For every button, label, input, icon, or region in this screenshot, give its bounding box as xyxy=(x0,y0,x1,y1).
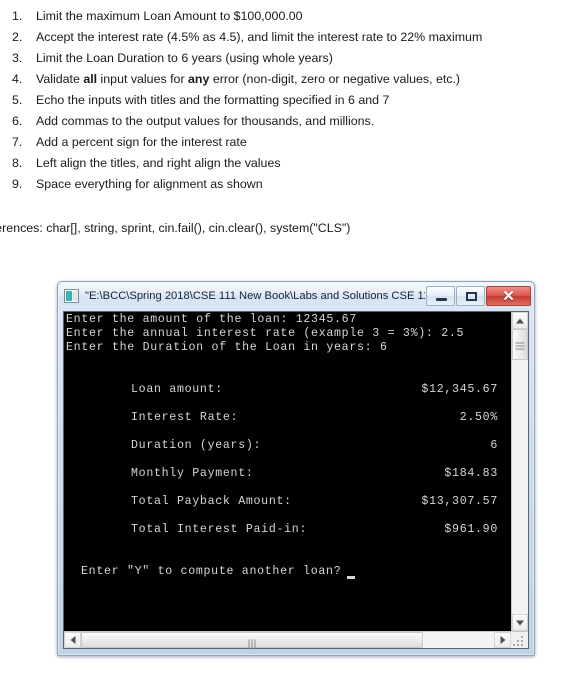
requirement-item: 2. Accept the interest rate (4.5% as 4.5)… xyxy=(0,27,586,48)
output-label: Duration (years): xyxy=(131,439,262,452)
console-line: Enter the amount of the loan: 12345.67 xyxy=(66,313,357,326)
requirement-number: 9. xyxy=(12,177,23,191)
output-value: 2.50% xyxy=(459,411,498,424)
triangle-up-icon xyxy=(516,318,524,323)
console-output-row: Loan amount: $12,345.67 xyxy=(66,383,511,411)
window-buttons: ✕ xyxy=(425,285,531,306)
requirement-text: Left align the titles, and right align t… xyxy=(36,156,281,170)
requirement-number: 7. xyxy=(12,135,23,149)
requirement-item: 9. Space everything for alignment as show… xyxy=(0,174,586,195)
requirement-item: 4. Validate all input values for any erro… xyxy=(0,69,586,90)
requirement-item: 1. Limit the maximum Loan Amount to $100,… xyxy=(0,6,586,27)
requirement-text: Space everything for alignment as shown xyxy=(36,177,263,191)
requirements-document: 1. Limit the maximum Loan Amount to $100,… xyxy=(0,0,586,235)
console-app-icon xyxy=(64,288,79,303)
triangle-down-icon xyxy=(516,620,524,625)
vertical-scroll-thumb[interactable] xyxy=(512,329,528,360)
scroll-right-button[interactable] xyxy=(494,632,511,648)
maximize-icon xyxy=(466,291,477,301)
console-prompt-text: Enter "Y" to compute another loan? xyxy=(81,565,342,578)
output-label: Interest Rate: xyxy=(131,411,239,424)
console-line: Enter the annual interest rate (example … xyxy=(66,327,465,340)
console-output-row: Total Payback Amount: $13,307.57 xyxy=(66,495,511,523)
text-cursor xyxy=(347,575,356,579)
console-body: Enter the amount of the loan: 12345.67 En… xyxy=(64,312,528,631)
console-input-lines: Enter the amount of the loan: 12345.67 En… xyxy=(66,313,511,355)
requirement-text: Add a percent sign for the interest rate xyxy=(36,135,247,149)
console-screen[interactable]: Enter the amount of the loan: 12345.67 En… xyxy=(64,312,511,631)
requirement-number: 5. xyxy=(12,93,23,107)
output-label: Monthly Payment: xyxy=(131,467,254,480)
output-value: $12,345.67 xyxy=(421,383,498,396)
requirement-item: 3. Limit the Loan Duration to 6 years (us… xyxy=(0,48,586,69)
requirement-text: Limit the maximum Loan Amount to $100,00… xyxy=(36,9,303,23)
console-prompt-row[interactable]: Enter "Y" to compute another loan? xyxy=(66,565,511,579)
scroll-left-button[interactable] xyxy=(64,632,81,648)
scroll-down-button[interactable] xyxy=(512,614,528,631)
requirement-text: Limit the Loan Duration to 6 years (usin… xyxy=(36,51,333,65)
window-title: "E:\BCC\Spring 2018\CSE 111 New Book\Lab… xyxy=(85,289,425,302)
requirement-number: 3. xyxy=(12,51,23,65)
horizontal-scrollbar[interactable] xyxy=(64,631,528,649)
scroll-up-button[interactable] xyxy=(512,312,528,329)
output-value: 6 xyxy=(490,439,498,452)
requirements-list: 1. Limit the maximum Loan Amount to $100,… xyxy=(0,0,586,195)
output-label: Total Payback Amount: xyxy=(131,495,292,508)
output-value: $184.83 xyxy=(444,467,498,480)
horizontal-scroll-track[interactable] xyxy=(81,632,494,649)
console-window[interactable]: "E:\BCC\Spring 2018\CSE 111 New Book\Lab… xyxy=(57,281,535,656)
requirement-text: Accept the interest rate (4.5% as 4.5), … xyxy=(36,30,483,44)
console-output-row: Total Interest Paid-in: $961.90 xyxy=(66,523,511,551)
output-label: Loan amount: xyxy=(131,383,223,396)
triangle-left-icon xyxy=(70,636,75,644)
requirement-text: Echo the inputs with titles and the form… xyxy=(36,93,390,107)
requirement-number: 4. xyxy=(12,72,23,86)
requirement-number: 8. xyxy=(12,156,23,170)
output-label: Total Interest Paid-in: xyxy=(131,523,308,536)
console-output-row: Interest Rate: 2.50% xyxy=(66,411,511,439)
vertical-scrollbar[interactable] xyxy=(511,312,528,631)
minimize-button[interactable] xyxy=(426,285,455,306)
horizontal-scroll-thumb[interactable] xyxy=(81,632,423,649)
close-icon: ✕ xyxy=(502,287,515,305)
console-output-row: Monthly Payment: $184.83 xyxy=(66,467,511,495)
requirement-number: 6. xyxy=(12,114,23,128)
requirement-item: 8. Left align the titles, and right align… xyxy=(0,153,586,174)
output-value: $961.90 xyxy=(444,523,498,536)
requirement-item: 5. Echo the inputs with titles and the fo… xyxy=(0,90,586,111)
window-titlebar[interactable]: "E:\BCC\Spring 2018\CSE 111 New Book\Lab… xyxy=(59,283,533,308)
requirement-item: 6. Add commas to the output values for th… xyxy=(0,111,586,132)
maximize-button[interactable] xyxy=(456,285,485,306)
output-value: $13,307.57 xyxy=(421,495,498,508)
vertical-scroll-track[interactable] xyxy=(512,329,528,614)
console-line: Enter the Duration of the Loan in years:… xyxy=(66,341,388,354)
requirement-text: Add commas to the output values for thou… xyxy=(36,114,375,128)
minimize-icon xyxy=(436,297,447,301)
console-output-row: Duration (years): 6 xyxy=(66,439,511,467)
grip-icon xyxy=(248,636,257,649)
requirement-item: 7. Add a percent sign for the interest ra… xyxy=(0,132,586,153)
requirement-number: 2. xyxy=(12,30,23,44)
triangle-right-icon xyxy=(500,636,505,644)
references-line: References: char[], string, sprint, cin.… xyxy=(0,221,351,235)
requirement-number: 1. xyxy=(12,9,23,23)
console-client-area: Enter the amount of the loan: 12345.67 En… xyxy=(63,311,529,649)
console-output-table: Loan amount: $12,345.67 Interest Rate: 2.50… xyxy=(66,383,511,551)
requirement-text: Validate all input values for any error … xyxy=(36,72,461,86)
close-button[interactable]: ✕ xyxy=(486,285,531,306)
grip-icon xyxy=(515,340,525,349)
resize-grip[interactable] xyxy=(511,632,528,648)
